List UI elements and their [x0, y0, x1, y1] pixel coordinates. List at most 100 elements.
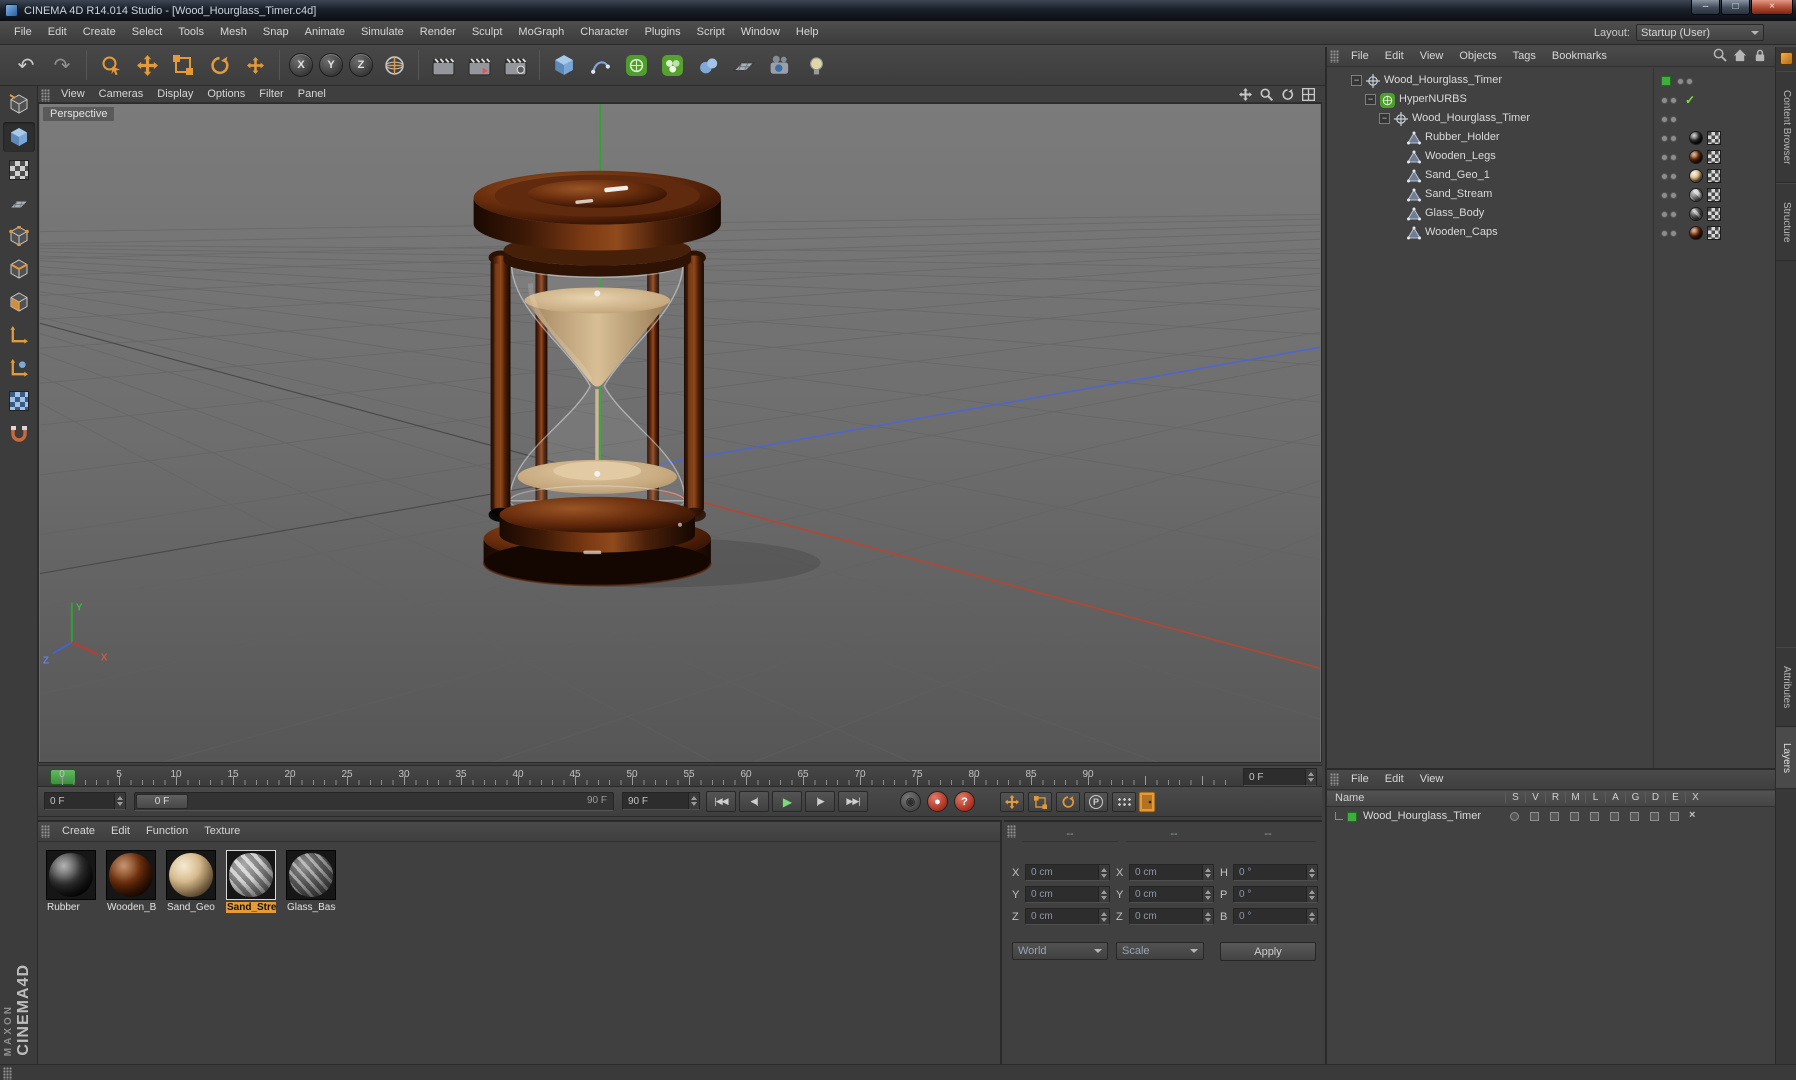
object-name[interactable]: Glass_Body: [1425, 207, 1484, 219]
menu-script[interactable]: Script: [689, 21, 733, 44]
render-visibility-dot[interactable]: [1670, 230, 1677, 237]
add-cube-button[interactable]: [546, 48, 582, 82]
range-end-stepper[interactable]: [688, 793, 699, 809]
render-visibility-dot[interactable]: [1670, 173, 1677, 180]
material-tag-sand[interactable]: [1689, 169, 1703, 183]
viewport-canvas[interactable]: Y X Z: [39, 99, 1321, 1080]
material-item-selected[interactable]: Sand_Strea: [226, 850, 276, 913]
snap-settings-button[interactable]: [3, 419, 35, 449]
rot-p-stepper[interactable]: [1306, 887, 1317, 902]
object-name[interactable]: Wooden_Legs: [1425, 150, 1496, 162]
make-editable-button[interactable]: [3, 89, 35, 119]
mat-menu-edit[interactable]: Edit: [103, 822, 138, 841]
tab-layers[interactable]: Layers: [1776, 727, 1796, 789]
minimize-button[interactable]: –: [1691, 0, 1720, 15]
vp-menu-filter[interactable]: Filter: [252, 86, 290, 102]
tree-row-glass-body[interactable]: Glass_Body: [1327, 205, 1775, 224]
column-x[interactable]: X: [1685, 792, 1705, 803]
pos-y-field[interactable]: 0 cm: [1025, 886, 1110, 903]
layer-row[interactable]: Wood_Hourglass_Timer ×: [1327, 808, 1775, 826]
record-rotation-toggle[interactable]: [1056, 792, 1080, 812]
render-view-button[interactable]: [425, 48, 461, 82]
menu-edit[interactable]: Edit: [40, 21, 75, 44]
deformers-toggle-icon[interactable]: [1650, 812, 1659, 821]
keyframe-help-button[interactable]: ?: [954, 791, 975, 812]
om-menu-objects[interactable]: Objects: [1451, 47, 1504, 66]
layer-color-swatch[interactable]: [1661, 76, 1671, 86]
add-floor-button[interactable]: [726, 48, 762, 82]
object-name[interactable]: Wooden_Caps: [1425, 226, 1498, 238]
record-position-toggle[interactable]: [1000, 792, 1024, 812]
range-start-field[interactable]: 0 F: [44, 792, 126, 810]
material-tag-wood[interactable]: [1689, 226, 1703, 240]
uvw-tag[interactable]: [1707, 169, 1721, 183]
object-name[interactable]: HyperNURBS: [1399, 93, 1467, 105]
tab-attributes[interactable]: Attributes: [1776, 647, 1796, 727]
render-visibility-dot[interactable]: [1670, 135, 1677, 142]
panel-grip[interactable]: [41, 89, 50, 102]
position-header[interactable]: --: [1022, 828, 1118, 842]
model-mode-button[interactable]: [2, 122, 35, 152]
vp-menu-cameras[interactable]: Cameras: [92, 86, 151, 102]
menu-tools[interactable]: Tools: [170, 21, 212, 44]
material-thumbnail-wood[interactable]: [106, 850, 156, 900]
material-thumbnail-rubber[interactable]: [46, 850, 96, 900]
rot-b-stepper[interactable]: [1306, 909, 1317, 924]
panel-grip[interactable]: [1007, 825, 1016, 838]
menu-plugins[interactable]: Plugins: [637, 21, 689, 44]
uvw-tag[interactable]: [1707, 226, 1721, 240]
column-g[interactable]: G: [1625, 792, 1645, 803]
om-menu-view[interactable]: View: [1412, 47, 1452, 66]
column-r[interactable]: R: [1545, 792, 1565, 803]
view-rotate-button[interactable]: [1280, 88, 1295, 101]
size-x-stepper[interactable]: [1202, 865, 1213, 880]
tab-structure[interactable]: Structure: [1776, 183, 1796, 261]
enabled-check-icon[interactable]: ✓: [1685, 93, 1695, 107]
tree-row-rubber-holder[interactable]: Rubber_Holder: [1327, 129, 1775, 148]
live-selection-button[interactable]: [93, 48, 129, 82]
autokeying-button[interactable]: ●: [927, 791, 948, 812]
toggle-view-button[interactable]: [1301, 87, 1316, 101]
render-visibility-dot[interactable]: [1670, 97, 1677, 104]
menu-snap[interactable]: Snap: [255, 21, 297, 44]
tree-expander[interactable]: −: [1351, 75, 1362, 86]
move-button[interactable]: [129, 48, 165, 82]
panel-grip[interactable]: [41, 825, 50, 838]
record-pla-toggle[interactable]: [1112, 792, 1136, 812]
render-toggle-icon[interactable]: [1550, 812, 1559, 821]
rotate-button[interactable]: [201, 48, 237, 82]
column-m[interactable]: M: [1565, 792, 1585, 803]
render-visibility-dot[interactable]: [1670, 211, 1677, 218]
object-axis-mode-button[interactable]: [3, 353, 35, 383]
enable-axis-button[interactable]: [3, 320, 35, 350]
generators-toggle-icon[interactable]: [1630, 812, 1639, 821]
editor-visibility-dot[interactable]: [1661, 192, 1668, 199]
animation-toggle-icon[interactable]: [1610, 812, 1619, 821]
add-light-button[interactable]: [798, 48, 834, 82]
uvw-tag[interactable]: [1707, 207, 1721, 221]
frame-stepper[interactable]: [1305, 769, 1316, 785]
lock-toggle-icon[interactable]: [1590, 812, 1599, 821]
editor-visibility-dot[interactable]: [1661, 154, 1668, 161]
expressions-toggle-icon[interactable]: [1670, 812, 1679, 821]
pos-x-field[interactable]: 0 cm: [1025, 864, 1110, 881]
render-settings-button[interactable]: [497, 48, 533, 82]
size-y-stepper[interactable]: [1202, 887, 1213, 902]
material-item[interactable]: Wooden_B: [106, 850, 156, 913]
material-tag-rubber[interactable]: [1689, 131, 1703, 145]
editor-visibility-dot[interactable]: [1661, 97, 1668, 104]
size-mode-select[interactable]: Scale: [1116, 942, 1204, 960]
editor-visibility-dot[interactable]: [1661, 230, 1668, 237]
column-s[interactable]: S: [1505, 792, 1525, 803]
rot-p-field[interactable]: 0 °: [1233, 886, 1318, 903]
material-thumbnail-glass[interactable]: [286, 850, 336, 900]
pos-y-stepper[interactable]: [1098, 887, 1109, 902]
tree-row-group[interactable]: − Wood_Hourglass_Timer: [1327, 110, 1775, 129]
layers-menu-edit[interactable]: Edit: [1377, 770, 1412, 789]
column-d[interactable]: D: [1645, 792, 1665, 803]
pos-x-stepper[interactable]: [1098, 865, 1109, 880]
add-hypernurbs-button[interactable]: [618, 48, 654, 82]
layers-menu-view[interactable]: View: [1412, 770, 1452, 789]
vp-menu-panel[interactable]: Panel: [291, 86, 333, 102]
material-thumbnail-sandstream[interactable]: [226, 850, 276, 900]
